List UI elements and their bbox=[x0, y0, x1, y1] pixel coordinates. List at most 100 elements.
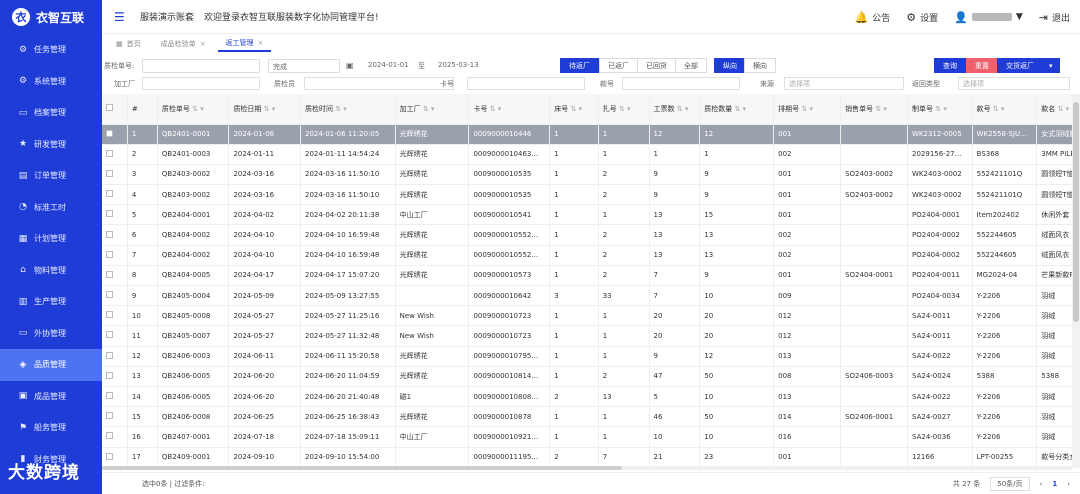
column-header[interactable]: 排期号 ⇅ ▾ bbox=[773, 94, 842, 125]
column-header[interactable]: 质检单号 ⇅ ▾ bbox=[157, 94, 230, 125]
column-header[interactable]: 床号 ⇅ ▾ bbox=[549, 94, 599, 125]
filter-icon[interactable]: ⇅ ▾ bbox=[873, 105, 887, 113]
filter-icon[interactable]: ⇅ ▾ bbox=[799, 105, 813, 113]
sidebar-item-8[interactable]: ▥ 生产管理 bbox=[0, 286, 102, 318]
settings-button[interactable]: ⚙ 设置 bbox=[906, 11, 938, 24]
notice-button[interactable]: 🔔 公告 bbox=[855, 11, 891, 24]
seg-all[interactable]: 全部 bbox=[675, 58, 707, 73]
page-size-select[interactable]: 50条/页 bbox=[990, 477, 1030, 491]
row-checkbox[interactable] bbox=[102, 164, 128, 186]
user-menu[interactable]: 👤 ▼ bbox=[954, 11, 1023, 24]
sidebar-item-1[interactable]: ⚙ 系统管理 bbox=[0, 66, 102, 98]
row-checkbox[interactable] bbox=[102, 144, 128, 165]
column-header[interactable]: 卡号 ⇅ ▾ bbox=[468, 94, 551, 125]
filter-icon[interactable]: ⇅ ▾ bbox=[190, 105, 204, 113]
filter-icon[interactable]: ⇅ ▾ bbox=[261, 105, 276, 113]
table-row[interactable]: 6 QB2404-0002 2024-04-10 2024-04-10 16:59:4… bbox=[102, 224, 1072, 246]
tab-inspection[interactable]: 成品检验单 × bbox=[153, 36, 214, 52]
sidebar-item-11[interactable]: ▣ 成品管理 bbox=[0, 381, 102, 413]
next-page-button[interactable]: › bbox=[1067, 480, 1070, 488]
style-input[interactable] bbox=[622, 77, 740, 90]
sidebar-item-10[interactable]: ◈ 品质管理 bbox=[0, 349, 102, 381]
table-row[interactable]: 7 QB2404-0002 2024-04-10 2024-04-10 16:59:4… bbox=[102, 245, 1072, 266]
row-checkbox[interactable] bbox=[102, 386, 128, 408]
tab-home[interactable]: ▦ 首页 bbox=[108, 36, 149, 52]
row-checkbox[interactable] bbox=[102, 245, 128, 266]
table-row[interactable]: 16 QB2407-0001 2024-07-18 2024-07-18 15:09:… bbox=[102, 426, 1072, 448]
seg-returned[interactable]: 已返厂 bbox=[599, 58, 638, 73]
row-checkbox[interactable] bbox=[102, 406, 128, 428]
sidebar-item-9[interactable]: ▭ 外协管理 bbox=[0, 318, 102, 350]
sidebar-item-7[interactable]: ⌂ 物料管理 bbox=[0, 255, 102, 287]
row-checkbox[interactable] bbox=[102, 124, 128, 145]
column-header[interactable]: 质检时间 ⇅ ▾ bbox=[300, 94, 396, 125]
column-header[interactable]: 质检日期 ⇅ ▾ bbox=[228, 94, 301, 125]
filter-icon[interactable]: ⇅ ▾ bbox=[732, 105, 747, 113]
row-checkbox[interactable] bbox=[102, 184, 128, 206]
column-header[interactable]: 款名 ⇅ ▾ bbox=[1036, 94, 1072, 125]
sidebar-item-0[interactable]: ⚙ 任务管理 bbox=[0, 34, 102, 66]
horizontal-scrollbar[interactable] bbox=[102, 466, 1072, 470]
table-row[interactable]: 9 QB2405-0004 2024-05-09 2024-05-09 13:27:5… bbox=[102, 285, 1072, 307]
seg-pending-return[interactable]: 待返厂 bbox=[560, 58, 599, 73]
inspector-input[interactable] bbox=[304, 77, 454, 90]
table-row[interactable]: 17 QB2409-0001 2024-09-10 2024-09-10 15:54:… bbox=[102, 447, 1072, 468]
table-row[interactable]: 8 QB2404-0005 2024-04-17 2024-04-17 15:07:2… bbox=[102, 265, 1072, 287]
row-checkbox[interactable] bbox=[102, 285, 128, 307]
row-checkbox[interactable] bbox=[102, 224, 128, 246]
inspect-no-input[interactable] bbox=[142, 59, 260, 73]
sidebar-item-6[interactable]: ▦ 计划管理 bbox=[0, 223, 102, 255]
current-page[interactable]: 1 bbox=[1052, 480, 1057, 488]
column-header[interactable]: 款号 ⇅ ▾ bbox=[972, 94, 1038, 125]
sidebar-item-3[interactable]: ★ 研发管理 bbox=[0, 129, 102, 161]
logout-button[interactable]: ⇥ 退出 bbox=[1039, 11, 1070, 24]
filter-icon[interactable]: ⇅ ▾ bbox=[617, 105, 631, 113]
column-header[interactable]: 制单号 ⇅ ▾ bbox=[907, 94, 973, 125]
sidebar-item-4[interactable]: ▤ 订单管理 bbox=[0, 160, 102, 192]
table-row[interactable]: 13 QB2406-0005 2024-06-20 2024-06-20 11:04:… bbox=[102, 366, 1072, 387]
row-checkbox[interactable] bbox=[102, 366, 128, 387]
table-row[interactable]: 3 QB2403-0002 2024-03-16 2024-03-16 11:50:1… bbox=[102, 164, 1072, 186]
prev-page-button[interactable]: ‹ bbox=[1040, 480, 1043, 488]
source-select[interactable]: 选择项 bbox=[784, 77, 904, 90]
filter-icon[interactable]: ⇅ ▾ bbox=[333, 105, 347, 113]
date-from[interactable]: 2024-01-01 bbox=[368, 61, 409, 69]
table-row[interactable]: 1 QB2401-0001 2024-01-06 2024-01-06 11:20:0… bbox=[102, 124, 1072, 145]
table-row[interactable]: 14 QB2406-0005 2024-06-20 2024-06-20 21:40:… bbox=[102, 386, 1072, 408]
column-header[interactable]: 扎号 ⇅ ▾ bbox=[598, 94, 650, 125]
column-header[interactable]: 工票数 ⇅ ▾ bbox=[649, 94, 701, 125]
menu-fold-icon[interactable]: ☰ bbox=[114, 11, 128, 23]
filter-icon[interactable]: ⇅ ▾ bbox=[675, 105, 689, 113]
table-row[interactable]: 15 QB2406-0008 2024-06-25 2024-06-25 16:38:… bbox=[102, 406, 1072, 428]
row-checkbox[interactable] bbox=[102, 346, 128, 367]
status-select[interactable]: 完成 bbox=[268, 59, 340, 73]
filter-icon[interactable]: ⇅ ▾ bbox=[991, 105, 1005, 113]
logo[interactable]: 衣 衣智互联 bbox=[0, 0, 102, 34]
table-row[interactable]: 12 QB2406-0003 2024-06-11 2024-06-11 15:20:… bbox=[102, 346, 1072, 367]
filter-icon[interactable]: ⇅ ▾ bbox=[421, 105, 435, 113]
table-row[interactable]: 5 QB2404-0001 2024-04-02 2024-04-02 20:11:3… bbox=[102, 204, 1072, 226]
close-icon[interactable]: × bbox=[258, 39, 264, 47]
column-header[interactable]: 质检数量 ⇅ ▾ bbox=[699, 94, 775, 125]
row-checkbox[interactable] bbox=[102, 447, 128, 468]
sidebar-item-5[interactable]: ◔ 标准工时 bbox=[0, 192, 102, 224]
vertical-button[interactable]: 纵向 bbox=[714, 58, 746, 73]
row-checkbox[interactable] bbox=[102, 305, 128, 327]
column-header[interactable]: 加工厂 ⇅ ▾ bbox=[395, 94, 470, 125]
horizontal-button[interactable]: 横向 bbox=[744, 58, 776, 73]
table-row[interactable]: 4 QB2403-0002 2024-03-16 2024-03-16 11:50:1… bbox=[102, 184, 1072, 206]
close-icon[interactable]: × bbox=[200, 40, 206, 48]
filter-icon[interactable]: ⇅ ▾ bbox=[487, 105, 502, 113]
return-delivery-button[interactable]: 交货返厂 bbox=[997, 58, 1043, 73]
sidebar-item-12[interactable]: ⚑ 船务管理 bbox=[0, 412, 102, 444]
table-row[interactable]: 11 QB2405-0007 2024-05-27 2024-05-27 11:32:… bbox=[102, 325, 1072, 347]
table-row[interactable]: 10 QB2405-0008 2024-05-27 2024-05-27 11:25:… bbox=[102, 305, 1072, 327]
reset-button[interactable]: 重置 bbox=[966, 58, 998, 73]
sidebar-item-2[interactable]: ▭ 档案管理 bbox=[0, 97, 102, 129]
row-checkbox[interactable] bbox=[102, 265, 128, 287]
dropdown-chevron-icon[interactable]: ▾ bbox=[1042, 58, 1060, 73]
type-select[interactable]: 选择项 bbox=[958, 77, 1070, 90]
column-header[interactable]: # bbox=[127, 94, 158, 125]
date-to[interactable]: 2025-03-13 bbox=[438, 61, 479, 69]
vertical-scrollbar[interactable] bbox=[1072, 94, 1080, 468]
